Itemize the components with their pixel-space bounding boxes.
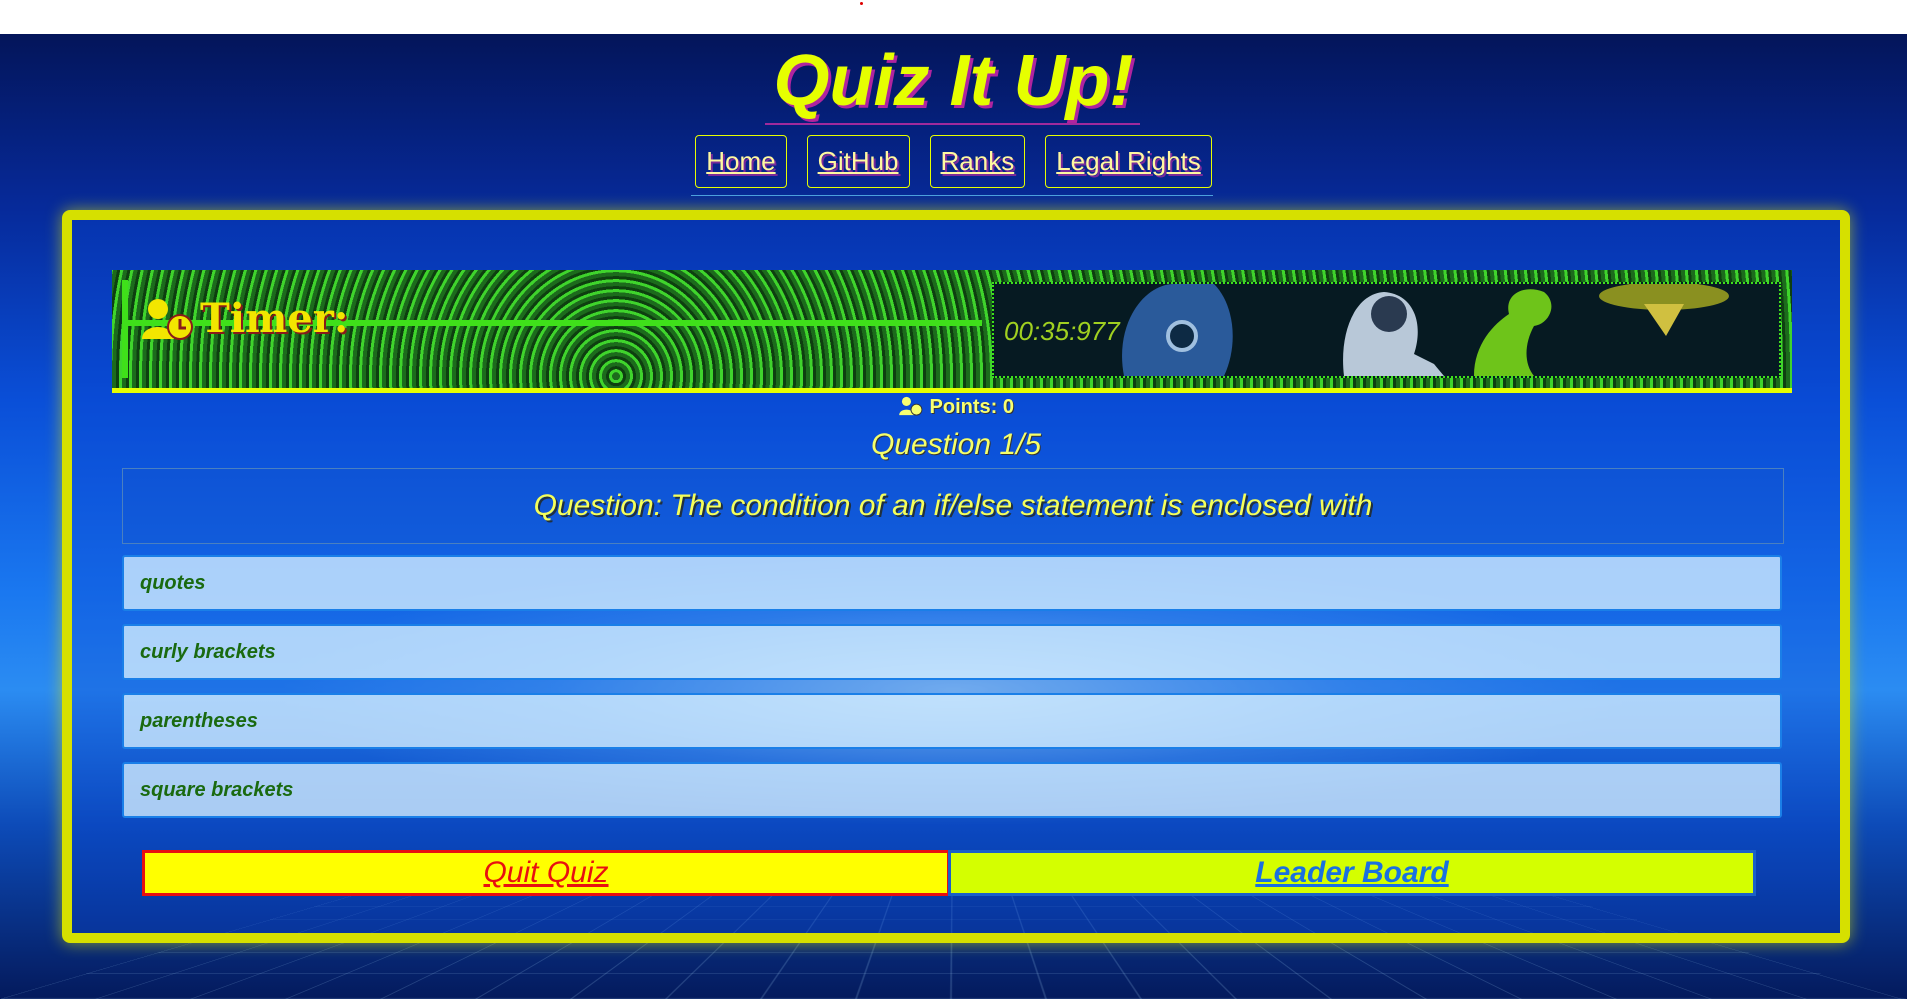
timer-bar: Timer: 00:35:977: [112, 270, 1792, 393]
cursor-dot: [860, 2, 863, 5]
nav-link-home[interactable]: Home: [695, 135, 787, 188]
timer-display: 00:35:977: [992, 282, 1781, 378]
leader-board-button[interactable]: Leader Board: [948, 850, 1756, 896]
user-clock-icon: [142, 298, 193, 340]
nav-link-ranks[interactable]: Ranks: [929, 135, 1026, 188]
timer-label-text: Timer:: [200, 295, 349, 342]
timer-value: 00:35:977: [1004, 316, 1120, 346]
title-underline: [765, 123, 1140, 125]
browser-top-strip: [0, 0, 1907, 34]
question-text: Question: The condition of an if/else st…: [533, 489, 1373, 522]
points-text: Points: 0: [929, 396, 1014, 418]
points-display: Points: 0: [72, 396, 1840, 419]
quiz-panel: Timer: 00:35:977 Points: 0 Question 1/5: [62, 210, 1850, 943]
nav-link-github[interactable]: GitHub: [806, 135, 910, 188]
timer-label: Timer:: [142, 295, 349, 342]
space-scene-image: [1054, 284, 1779, 376]
question-progress: Question 1/5: [870, 428, 1042, 461]
answer-option[interactable]: parentheses: [122, 693, 1782, 749]
quit-quiz-button[interactable]: Quit Quiz: [142, 850, 950, 896]
main-nav: Home GitHub Ranks Legal Rights: [0, 135, 1907, 188]
answer-label: parentheses: [140, 710, 258, 732]
answer-option[interactable]: square brackets: [122, 762, 1782, 818]
nav-link-legal-rights[interactable]: Legal Rights: [1045, 135, 1212, 188]
quit-quiz-label: Quit Quiz: [483, 856, 609, 889]
answer-label: square brackets: [140, 779, 294, 801]
user-clock-icon: [899, 396, 923, 416]
answer-option[interactable]: quotes: [122, 555, 1782, 611]
answer-label: quotes: [140, 572, 206, 594]
answer-label: curly brackets: [140, 641, 276, 663]
leader-board-label: Leader Board: [1255, 856, 1449, 889]
nav-divider: [691, 195, 1213, 196]
answer-option[interactable]: curly brackets: [122, 624, 1782, 680]
page-title: Quiz It Up!: [773, 41, 1134, 121]
question-box: Question: The condition of an if/else st…: [122, 468, 1784, 544]
